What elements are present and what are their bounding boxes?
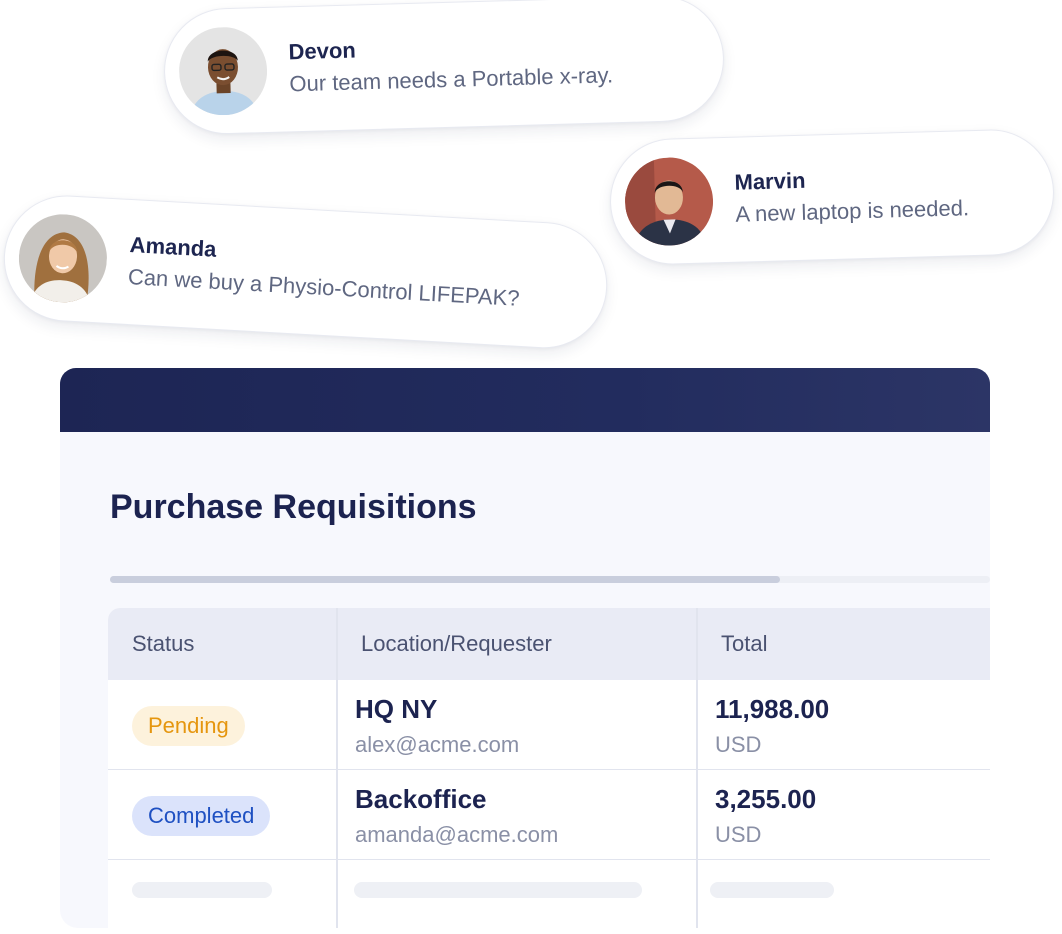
- chat-message: Our team needs a Portable x-ray.: [289, 62, 614, 97]
- currency: USD: [715, 822, 762, 847]
- table-header: Status Location/Requester Total: [108, 608, 990, 680]
- total-amount: 11,988.00: [715, 694, 830, 724]
- horizontal-scrollbar[interactable]: [110, 576, 990, 583]
- total-amount: 3,255.00: [715, 784, 817, 814]
- chat-bubble-devon: Devon Our team needs a Portable x-ray.: [162, 0, 726, 136]
- location-cell: Backoffice amanda@acme.com: [337, 770, 697, 860]
- loading-placeholder: [354, 882, 642, 898]
- column-header-status[interactable]: Status: [108, 608, 337, 680]
- chat-message: A new laptop is needed.: [735, 195, 970, 227]
- scrollbar-thumb[interactable]: [110, 576, 780, 583]
- loading-placeholder: [710, 882, 834, 898]
- status-badge: Completed: [132, 796, 271, 836]
- total-cell: 11,988.00 USD: [697, 680, 990, 770]
- avatar: [16, 211, 110, 305]
- requisitions-table: Status Location/Requester Total Pending …: [108, 608, 990, 928]
- loading-placeholder: [132, 882, 272, 898]
- chat-bubble-amanda: Amanda Can we buy a Physio-Control LIFEP…: [0, 192, 611, 352]
- total-cell: 3,255.00 USD: [697, 770, 990, 860]
- card-header: [60, 368, 990, 432]
- column-divider: [696, 608, 698, 928]
- location-name: HQ NY: [355, 694, 438, 724]
- location-name: Backoffice: [355, 784, 487, 814]
- status-badge: Pending: [132, 706, 245, 746]
- page-title: Purchase Requisitions: [110, 488, 477, 526]
- currency: USD: [715, 732, 762, 757]
- column-header-total[interactable]: Total: [697, 608, 990, 680]
- chat-bubble-marvin: Marvin A new laptop is needed.: [608, 127, 1056, 267]
- column-header-location[interactable]: Location/Requester: [337, 608, 697, 680]
- table-row[interactable]: Pending HQ NY alex@acme.com 11,988.00 US…: [108, 680, 990, 770]
- requester-email: alex@acme.com: [355, 732, 520, 757]
- avatar: [623, 156, 715, 247]
- avatar: [177, 25, 269, 117]
- devon-avatar-icon: [177, 25, 269, 117]
- purchase-requisitions-card: Purchase Requisitions Status Location/Re…: [60, 368, 990, 928]
- marvin-avatar-icon: [623, 156, 715, 247]
- table-row[interactable]: Completed Backoffice amanda@acme.com 3,2…: [108, 770, 990, 860]
- status-cell: Pending: [108, 680, 337, 770]
- location-cell: HQ NY alex@acme.com: [337, 680, 697, 770]
- column-divider: [336, 608, 338, 928]
- amanda-avatar-icon: [16, 211, 110, 305]
- requester-email: amanda@acme.com: [355, 822, 559, 847]
- chat-name: Marvin: [734, 167, 806, 195]
- status-cell: Completed: [108, 770, 337, 860]
